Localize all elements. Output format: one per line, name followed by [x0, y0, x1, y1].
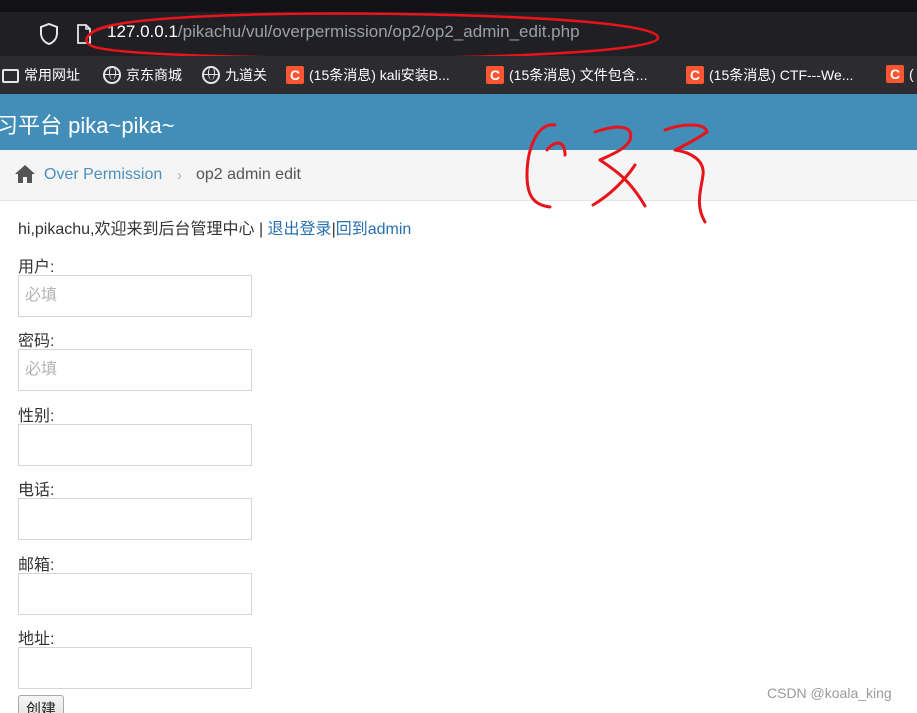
bookmark-item[interactable]: C (	[886, 65, 914, 83]
breadcrumb-link-over-permission[interactable]: Over Permission	[44, 166, 162, 184]
bookmark-item[interactable]: C (15条消息) 文件包含...	[486, 65, 647, 85]
site-header: 习平台 pika~pika~	[0, 94, 917, 150]
username-field[interactable]	[18, 275, 252, 317]
bookmark-label: 九道关	[225, 67, 267, 83]
bookmark-item[interactable]: 京东商城	[103, 65, 182, 85]
bookmark-folder[interactable]: 常用网址	[2, 65, 80, 85]
site-brand[interactable]: 习平台 pika~pika~	[0, 108, 175, 140]
back-to-admin-link[interactable]: 回到admin	[336, 221, 412, 238]
welcome-text: hi,pikachu,欢迎来到后台管理中心 |	[18, 221, 268, 238]
home-icon	[15, 165, 35, 183]
bookmark-label: (15条消息) kali安装B...	[309, 67, 450, 83]
create-button[interactable]: 创建	[18, 695, 64, 713]
password-label: 密码:	[18, 333, 55, 350]
bookmark-label: 京东商城	[126, 67, 182, 83]
bookmark-label: (15条消息) CTF---We...	[709, 67, 854, 83]
globe-icon	[202, 66, 220, 84]
csdn-icon: C	[286, 66, 304, 84]
breadcrumb-separator: ›	[177, 167, 182, 184]
email-label: 邮箱:	[18, 557, 55, 574]
logout-link[interactable]: 退出登录	[268, 221, 332, 238]
url-host: 127.0.0.1	[107, 22, 178, 41]
folder-icon	[2, 69, 19, 83]
phone-label: 电话:	[18, 482, 55, 499]
breadcrumb: Over Permission › op2 admin edit	[0, 150, 917, 201]
email-field[interactable]	[18, 573, 252, 615]
url-field[interactable]: 127.0.0.1/pikachu/vul/overpermission/op2…	[107, 22, 580, 42]
password-field[interactable]	[18, 349, 252, 391]
tab-strip	[0, 0, 917, 12]
page-icon[interactable]	[76, 24, 92, 44]
address-field[interactable]	[18, 647, 252, 689]
username-label: 用户:	[18, 259, 55, 276]
csdn-icon: C	[686, 66, 704, 84]
csdn-icon: C	[486, 66, 504, 84]
bookmark-label: (	[909, 66, 914, 82]
bookmark-item[interactable]: 九道关	[202, 65, 267, 85]
bookmark-label: 常用网址	[24, 67, 80, 83]
breadcrumb-current: op2 admin edit	[196, 166, 301, 183]
gender-label: 性别:	[18, 408, 55, 425]
address-label: 地址:	[18, 631, 55, 648]
phone-field[interactable]	[18, 498, 252, 540]
watermark: CSDN @koala_king	[767, 685, 892, 701]
bookmark-item[interactable]: C (15条消息) CTF---We...	[686, 65, 853, 85]
gender-field[interactable]	[18, 424, 252, 466]
csdn-icon: C	[886, 65, 904, 83]
bookmark-item[interactable]: C (15条消息) kali安装B...	[286, 65, 450, 85]
bookmarks-bar: 常用网址 京东商城 九道关 C (15条消息) kali安装B... C (15…	[0, 56, 917, 94]
bookmark-label: (15条消息) 文件包含...	[509, 67, 648, 83]
globe-icon	[103, 66, 121, 84]
url-path: /pikachu/vul/overpermission/op2/op2_admi…	[177, 22, 580, 41]
welcome-line: hi,pikachu,欢迎来到后台管理中心 | 退出登录|回到admin	[18, 215, 411, 239]
browser-address-bar: 127.0.0.1/pikachu/vul/overpermission/op2…	[0, 0, 917, 56]
shield-icon[interactable]	[38, 22, 60, 46]
